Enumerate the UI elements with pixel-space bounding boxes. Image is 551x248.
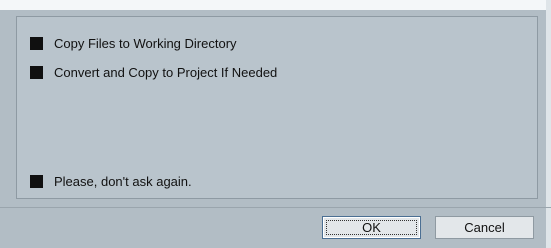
ok-button-label: OK	[362, 220, 381, 235]
convert-copy-option[interactable]: Convert and Copy to Project If Needed	[30, 63, 277, 81]
dont-ask-again-checkbox[interactable]	[30, 174, 43, 188]
dont-ask-again-label: Please, don't ask again.	[54, 173, 192, 189]
cancel-button-label: Cancel	[464, 220, 505, 235]
window-top-edge	[0, 0, 551, 10]
cancel-button[interactable]: Cancel	[435, 216, 534, 239]
button-bar-divider	[0, 207, 551, 208]
dont-ask-again-option[interactable]: Please, don't ask again.	[30, 172, 192, 190]
copy-files-option[interactable]: Copy Files to Working Directory	[30, 34, 237, 52]
copy-files-checkbox[interactable]	[30, 36, 43, 50]
import-options-dialog: Copy Files to Working Directory Convert …	[0, 0, 551, 248]
convert-copy-checkbox[interactable]	[30, 65, 43, 79]
window-right-edge	[546, 0, 551, 248]
copy-files-label: Copy Files to Working Directory	[54, 35, 237, 51]
ok-button[interactable]: OK	[322, 216, 421, 239]
options-panel: Copy Files to Working Directory Convert …	[16, 16, 538, 199]
convert-copy-label: Convert and Copy to Project If Needed	[54, 64, 278, 80]
